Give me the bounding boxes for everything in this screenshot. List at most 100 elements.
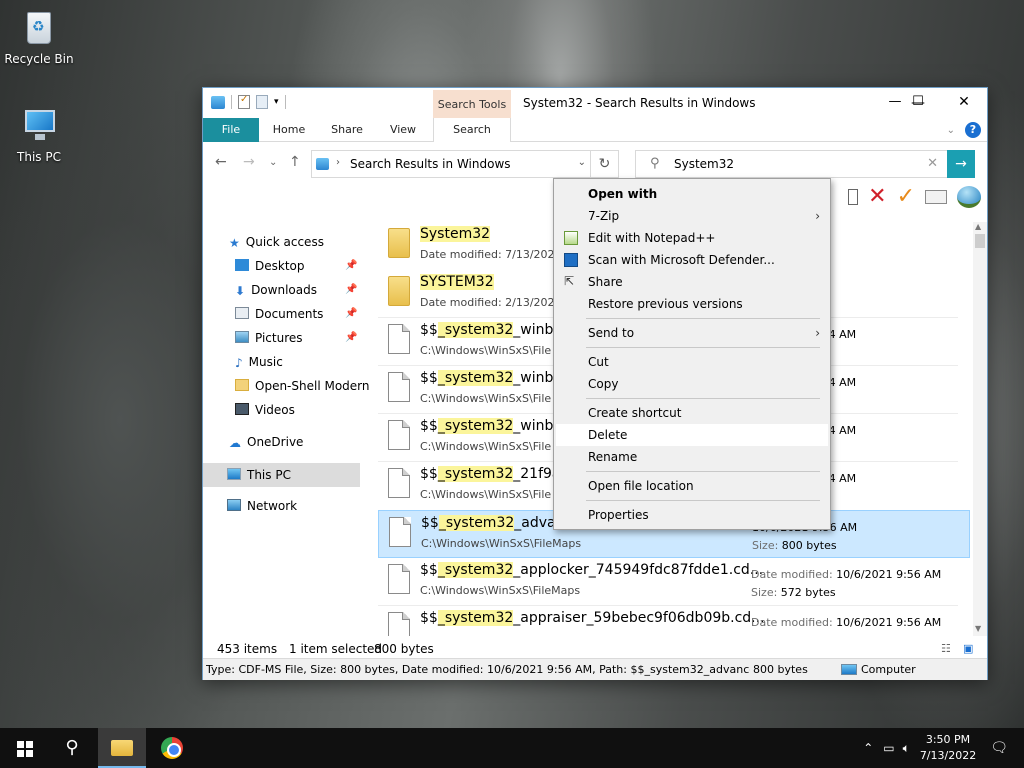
delete-x-icon[interactable]: ✕	[868, 186, 886, 208]
taskbar-file-explorer[interactable]	[98, 728, 146, 768]
start-button[interactable]	[0, 728, 48, 768]
address-path[interactable]: Search Results in Windows	[350, 157, 511, 171]
scrollbar-thumb[interactable]	[975, 234, 985, 248]
menu-item-edit-notepadpp[interactable]: Edit with Notepad++	[556, 227, 828, 249]
list-item[interactable]: $$_system32_appraiser_59bebec9f06db09b.c…	[378, 606, 970, 636]
file-name: SYSTEM32	[420, 274, 494, 290]
menu-item-copy[interactable]: Copy	[556, 373, 828, 395]
pin-icon[interactable]: 📌	[345, 255, 357, 277]
up-icon[interactable]: ↑	[289, 154, 301, 170]
back-icon[interactable]: ←	[215, 154, 227, 170]
nav-music[interactable]: ♪ Music	[235, 351, 283, 373]
menu-item-properties[interactable]: Properties	[556, 504, 828, 526]
menu-item-cut[interactable]: Cut	[556, 351, 828, 373]
pin-icon[interactable]: 📌	[345, 327, 357, 349]
star-icon: ★	[229, 236, 240, 250]
menu-item-share[interactable]: ⇱ Share	[556, 271, 828, 293]
menu-item-open-with[interactable]: Open with	[556, 183, 828, 205]
nav-onedrive[interactable]: ☁ OneDrive	[229, 431, 303, 453]
vertical-scrollbar[interactable]: ▲ ▼	[973, 222, 987, 636]
search-button[interactable]: ⚲	[48, 728, 96, 768]
globe-icon[interactable]	[957, 186, 981, 208]
scroll-up-icon[interactable]: ▲	[975, 222, 981, 231]
file-icon	[388, 468, 410, 498]
file-subtitle: Date modified: 2/13/2022	[420, 296, 562, 309]
windows-logo-icon	[17, 741, 33, 757]
network-icon[interactable]: ▭	[883, 741, 894, 755]
refresh-icon[interactable]: ↻	[590, 151, 618, 177]
navigation-bar: ← → ⌄ ↑ › Search Results in Windows ⌄ ↻ …	[203, 148, 987, 180]
maximize-button[interactable]: ☐	[895, 88, 941, 116]
properties-icon[interactable]	[238, 94, 250, 109]
pin-icon[interactable]: 📌	[345, 303, 357, 325]
nav-open-shell-modern[interactable]: Open-Shell Modern	[235, 375, 370, 397]
nav-this-pc[interactable]: This PC	[227, 464, 291, 486]
taskbar-chrome[interactable]	[148, 728, 196, 768]
details-bar: Type: CDF-MS File, Size: 800 bytes, Date…	[203, 658, 987, 680]
tab-home[interactable]: Home	[265, 118, 313, 142]
nav-quick-access[interactable]: ★ Quick access	[229, 231, 324, 253]
desktop-recycle-bin[interactable]: Recycle Bin	[3, 8, 75, 66]
volume-icon[interactable]: 🔈︎	[903, 741, 910, 756]
scroll-down-icon[interactable]: ▼	[975, 624, 981, 633]
pin-icon[interactable]: 📌	[345, 279, 357, 301]
file-name: $$_system32_21f9a9	[420, 466, 570, 482]
address-bar[interactable]: › Search Results in Windows ⌄ ↻	[311, 150, 619, 178]
search-input[interactable]	[674, 155, 914, 173]
expand-ribbon-icon[interactable]: ⌄	[947, 125, 955, 136]
nav-videos[interactable]: Videos	[235, 399, 295, 421]
desktop-this-pc[interactable]: This PC	[3, 106, 75, 164]
list-item[interactable]: $$_system32_applocker_745949fdc87fdde1.c…	[378, 558, 970, 606]
large-icons-view-icon[interactable]: ▣	[963, 642, 973, 655]
recent-locations-icon[interactable]: ⌄	[269, 157, 277, 168]
menu-item-delete[interactable]: Delete	[556, 424, 828, 446]
menu-item-rename[interactable]: Rename	[556, 446, 828, 468]
menu-item-send-to[interactable]: Send to ›	[556, 322, 828, 344]
nav-pictures[interactable]: Pictures 📌	[235, 327, 357, 349]
search-box[interactable]: ⚲ ✕ →	[635, 150, 975, 178]
file-path: C:\Windows\WinSxS\FileMaps	[421, 537, 582, 550]
menu-item-scan-defender[interactable]: Scan with Microsoft Defender...	[556, 249, 828, 271]
file-name: System32	[420, 226, 491, 242]
videos-icon	[235, 403, 249, 415]
new-folder-icon[interactable]	[256, 95, 268, 109]
tab-share[interactable]: Share	[323, 118, 371, 142]
search-icon: ⚲	[65, 737, 79, 758]
date-modified: Date modified: 10/6/2021 9:56 AM	[751, 616, 942, 629]
go-arrow-icon[interactable]: →	[947, 150, 975, 178]
clear-search-icon[interactable]: ✕	[927, 156, 938, 171]
notifications-icon[interactable]: 🗨︎	[990, 740, 1008, 756]
chevron-up-icon[interactable]: ⌃	[863, 741, 873, 755]
checkmark-icon[interactable]: ✓	[897, 186, 915, 208]
forward-icon[interactable]: →	[243, 154, 255, 170]
desktop-icon-label: This PC	[17, 150, 61, 164]
email-icon[interactable]	[925, 190, 947, 204]
tab-search[interactable]: Search	[433, 118, 511, 142]
nav-desktop[interactable]: Desktop 📌	[235, 255, 357, 277]
file-name: $$_system32_winbio	[420, 418, 566, 434]
menu-item-7zip[interactable]: 7-Zip ›	[556, 205, 828, 227]
chevron-down-icon[interactable]: ⌄	[578, 157, 586, 168]
details-view-icon[interactable]: ☷	[941, 642, 951, 655]
nav-documents[interactable]: Documents 📌	[235, 303, 357, 325]
menu-item-open-file-location[interactable]: Open file location	[556, 475, 828, 497]
menu-item-restore-versions[interactable]: Restore previous versions	[556, 293, 828, 315]
tab-view[interactable]: View	[379, 118, 427, 142]
title-bar[interactable]: ▾ Search Tools System32 - Search Results…	[203, 88, 987, 118]
folder-icon	[235, 379, 249, 391]
folder-icon[interactable]	[211, 95, 225, 109]
ribbon-tabs: File Home Share View Search	[203, 118, 987, 142]
chevron-right-icon[interactable]: ›	[336, 157, 340, 168]
close-button[interactable]: ✕	[941, 88, 987, 116]
tab-file[interactable]: File	[203, 118, 259, 142]
document-icon[interactable]	[848, 189, 859, 205]
search-tools-contextual-tab[interactable]: Search Tools	[433, 90, 511, 118]
desktop-icon-label: Recycle Bin	[4, 52, 74, 66]
clock[interactable]: 3:50 PM 7/13/2022	[920, 732, 976, 764]
help-icon[interactable]: ?	[965, 122, 981, 138]
nav-downloads[interactable]: ⬇ Downloads 📌	[235, 279, 357, 301]
menu-item-create-shortcut[interactable]: Create shortcut	[556, 402, 828, 424]
selection-size: 800 bytes	[374, 642, 434, 656]
nav-network[interactable]: Network	[227, 495, 297, 517]
customize-toolbar-icon[interactable]: ▾	[274, 97, 279, 107]
